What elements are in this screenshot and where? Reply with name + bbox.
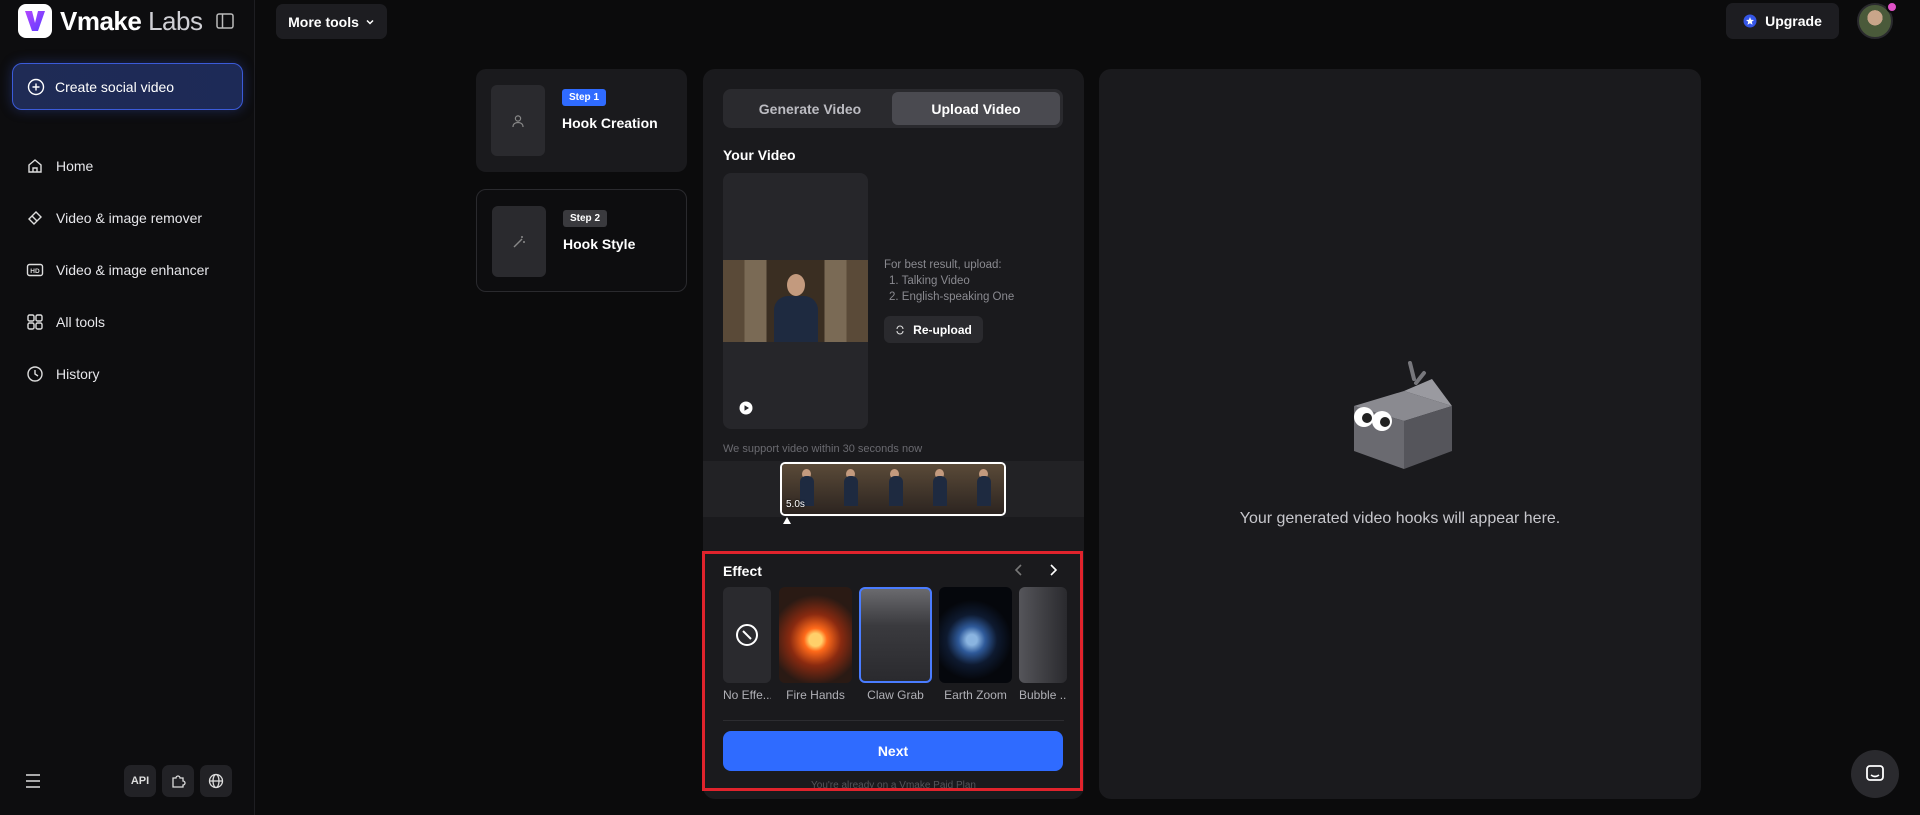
eraser-icon (28, 211, 42, 225)
plus-circle-icon (27, 78, 45, 95)
step-badge: Step 2 (563, 210, 608, 227)
step-thumbnail (492, 206, 546, 277)
result-panel: Your generated video hooks will appear h… (1099, 69, 1701, 799)
star-badge-icon (1743, 14, 1757, 28)
sidebar-toggle-icon[interactable] (215, 11, 235, 31)
empty-state-text: Your generated video hooks will appear h… (1239, 510, 1561, 527)
upload-hint: For best result, upload: 1. Talking Vide… (884, 257, 1014, 305)
logo[interactable]: Vmake Labs (18, 4, 203, 38)
hd-icon: HD (26, 263, 44, 277)
highlight-box (702, 551, 1083, 791)
video-frame (723, 260, 868, 342)
avatar-badge (1886, 1, 1898, 13)
video-subject (773, 274, 818, 342)
play-icon[interactable] (739, 401, 753, 415)
svg-text:HD: HD (30, 268, 40, 275)
mode-tabs: Generate Video Upload Video (723, 89, 1063, 128)
step-title: Hook Creation (562, 115, 658, 131)
step-thumbnail (491, 85, 545, 156)
globe-icon[interactable] (200, 765, 232, 797)
step-card-hook-creation[interactable]: Step 1 Hook Creation (476, 69, 687, 172)
more-tools-label: More tools (288, 13, 359, 30)
sidebar-item-label: History (56, 366, 100, 382)
home-icon (28, 159, 42, 173)
clip-duration: 5.0s (786, 499, 805, 510)
extension-icon[interactable] (162, 765, 194, 797)
video-timeline[interactable]: 5.0s (703, 461, 1084, 517)
grid-icon (27, 314, 43, 330)
empty-box-icon (1354, 361, 1452, 469)
sidebar-item-label: All tools (56, 314, 106, 330)
hint-title: For best result, upload: (884, 259, 1002, 271)
sidebar-item-label: Video & image enhancer (56, 262, 210, 278)
brand-name: Vmake Labs (60, 5, 203, 36)
sidebar: Vmake Labs Create social video Home Vide… (0, 0, 255, 815)
sidebar-item-remover[interactable]: Video & image remover (12, 192, 243, 244)
create-label: Create social video (55, 78, 175, 95)
sidebar-item-enhancer[interactable]: HD Video & image enhancer (12, 244, 243, 296)
step-title: Hook Style (563, 236, 636, 252)
sidebar-item-label: Home (56, 158, 94, 174)
hint-item: 2. English-speaking One (889, 291, 1015, 303)
tab-upload-video[interactable]: Upload Video (892, 92, 1060, 125)
your-video-title: Your Video (723, 147, 796, 163)
step-badge: Step 1 (562, 89, 607, 106)
chat-support-button[interactable] (1851, 750, 1899, 798)
tab-generate-video[interactable]: Generate Video (726, 92, 894, 125)
magic-wand-icon (513, 235, 525, 247)
sidebar-item-home[interactable]: Home (12, 140, 243, 192)
reupload-button[interactable]: Re-upload (884, 316, 983, 343)
create-social-video-button[interactable]: Create social video (12, 63, 243, 110)
chevron-down-icon (366, 19, 374, 25)
hint-item: 1. Talking Video (889, 275, 970, 287)
more-tools-button[interactable]: More tools (276, 4, 387, 39)
menu-icon[interactable] (24, 773, 42, 789)
step-card-hook-style[interactable]: Step 2 Hook Style (476, 189, 687, 292)
upgrade-label: Upgrade (1765, 13, 1822, 29)
sidebar-item-all-tools[interactable]: All tools (12, 296, 243, 348)
vmake-logo-icon (18, 4, 52, 38)
api-button[interactable]: API (124, 765, 156, 797)
upgrade-button[interactable]: Upgrade (1726, 3, 1839, 39)
person-icon (512, 114, 524, 127)
video-preview[interactable] (723, 173, 868, 429)
reupload-label: Re-upload (913, 322, 972, 337)
playhead-handle[interactable] (783, 517, 791, 524)
sidebar-item-history[interactable]: History (12, 348, 243, 400)
chat-icon (1866, 765, 1884, 781)
sidebar-item-label: Video & image remover (56, 210, 203, 226)
sidebar-nav: Home Video & image remover HD Video & im… (12, 140, 243, 400)
trim-window[interactable] (780, 462, 1006, 516)
support-note: We support video within 30 seconds now (723, 443, 923, 455)
sidebar-footer: API (24, 765, 234, 797)
clock-icon (27, 366, 43, 382)
refresh-icon (896, 325, 904, 334)
